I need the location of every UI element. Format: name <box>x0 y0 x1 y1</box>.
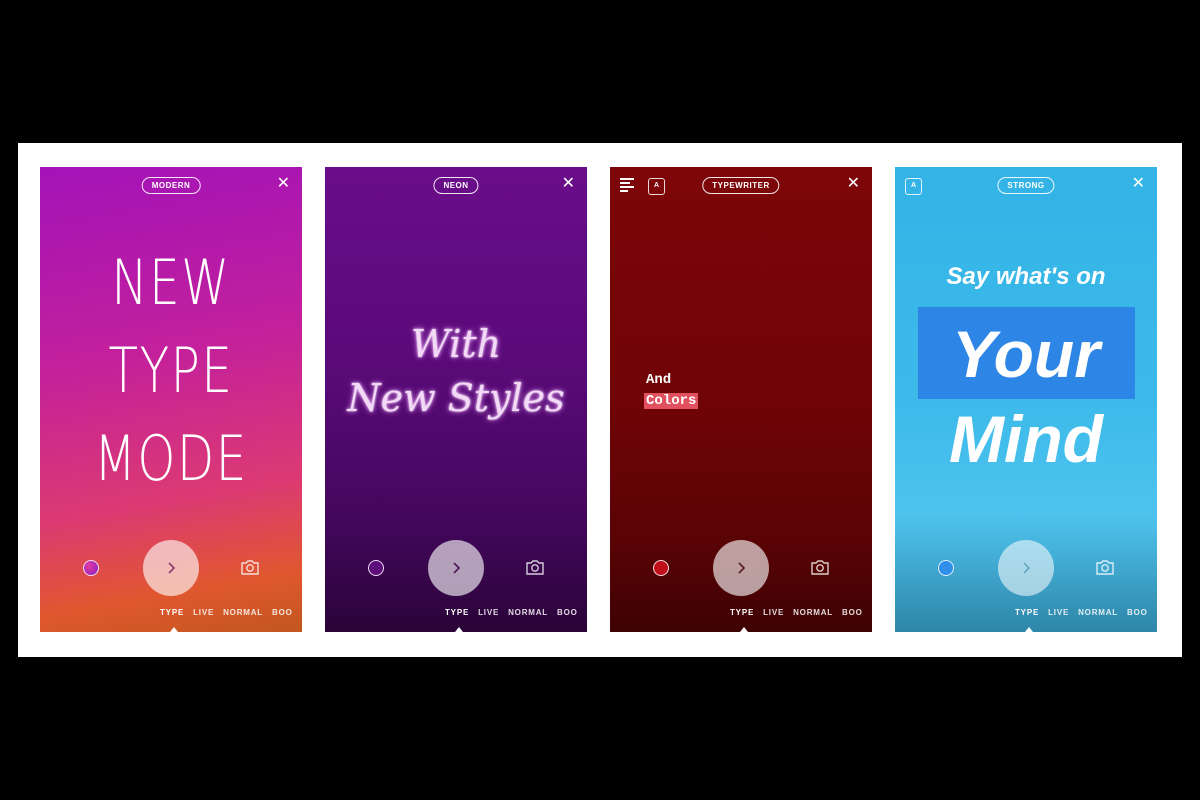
mode-selector: TYPE LIVE NORMAL BOO <box>445 608 587 617</box>
text-line: TYPE <box>108 334 234 407</box>
bottom-controls <box>325 540 587 596</box>
mode-tab-type[interactable]: TYPE <box>730 608 754 617</box>
close-icon[interactable]: ✕ <box>562 176 575 192</box>
mode-tab-boomerang[interactable]: BOO <box>842 608 863 617</box>
style-pill-button[interactable]: STRONG <box>997 177 1055 194</box>
text-background-icon[interactable]: A <box>648 178 665 195</box>
bottom-controls <box>40 540 302 596</box>
text-align-icon[interactable] <box>620 178 635 193</box>
mode-tab-boomerang[interactable]: BOO <box>272 608 293 617</box>
color-picker-button[interactable] <box>653 560 669 576</box>
text-line: And <box>646 372 672 388</box>
story-text[interactable]: With New Styles <box>325 317 587 425</box>
camera-icon[interactable] <box>240 558 260 576</box>
mode-selector: TYPE LIVE NORMAL BOO <box>730 608 872 617</box>
color-picker-button[interactable] <box>368 560 384 576</box>
text-line[interactable]: Say what's on <box>895 263 1157 291</box>
story-text[interactable]: NEW TYPE MODE <box>69 239 273 503</box>
mode-tab-boomerang[interactable]: BOO <box>1127 608 1148 617</box>
text-line[interactable]: Mind <box>895 404 1157 474</box>
next-button[interactable] <box>428 540 484 596</box>
mode-tab-type[interactable]: TYPE <box>160 608 184 617</box>
color-picker-button[interactable] <box>83 560 99 576</box>
style-pill-button[interactable]: TYPEWRITER <box>702 177 780 194</box>
camera-icon[interactable] <box>810 558 830 576</box>
story-panel-strong: A STRONG ✕ Say what's on Your Mind TYPE L… <box>895 167 1157 632</box>
text-line: MODE <box>94 422 248 495</box>
close-icon[interactable]: ✕ <box>277 176 290 192</box>
active-mode-indicator <box>1025 627 1033 632</box>
mode-tab-boomerang[interactable]: BOO <box>557 608 578 617</box>
text-line[interactable]: Your <box>895 319 1157 389</box>
chevron-right-icon <box>1023 562 1031 574</box>
camera-icon[interactable] <box>1095 558 1115 576</box>
chevron-right-icon <box>168 562 176 574</box>
close-icon[interactable]: ✕ <box>847 176 860 192</box>
next-button[interactable] <box>998 540 1054 596</box>
bottom-controls <box>610 540 872 596</box>
mode-tab-type[interactable]: TYPE <box>1015 608 1039 617</box>
mode-tab-live[interactable]: LIVE <box>478 608 499 617</box>
mode-tab-normal[interactable]: NORMAL <box>793 608 833 617</box>
mode-selector: TYPE LIVE NORMAL BOO <box>1015 608 1157 617</box>
text-line: With <box>410 322 502 366</box>
highlighted-text-line: Colors <box>644 393 699 409</box>
style-pill-button[interactable]: NEON <box>433 177 479 194</box>
active-mode-indicator <box>455 627 463 632</box>
mode-tab-live[interactable]: LIVE <box>763 608 784 617</box>
style-pill-button[interactable]: MODERN <box>141 177 201 194</box>
story-panel-modern: MODERN ✕ NEW TYPE MODE TYPE LIVE NORMAL BOO <box>40 167 302 632</box>
close-icon[interactable]: ✕ <box>1132 176 1145 192</box>
text-line: NEW <box>111 246 231 319</box>
story-panel-typewriter: A TYPEWRITER ✕ And Colors TYPE LIVE NORMAL… <box>610 167 872 632</box>
mode-tab-type[interactable]: TYPE <box>445 608 469 617</box>
story-panel-neon: NEON ✕ With New Styles TYPE LIVE NORMAL BOO <box>325 167 587 632</box>
next-button[interactable] <box>713 540 769 596</box>
mode-tab-live[interactable]: LIVE <box>193 608 214 617</box>
camera-icon[interactable] <box>525 558 545 576</box>
chevron-right-icon <box>453 562 461 574</box>
text-line: New Styles <box>347 376 565 420</box>
color-picker-button[interactable] <box>938 560 954 576</box>
mode-tab-normal[interactable]: NORMAL <box>1078 608 1118 617</box>
mode-tab-normal[interactable]: NORMAL <box>223 608 263 617</box>
mode-tab-live[interactable]: LIVE <box>1048 608 1069 617</box>
next-button[interactable] <box>143 540 199 596</box>
chevron-right-icon <box>738 562 746 574</box>
bottom-controls <box>895 540 1157 596</box>
mode-selector: TYPE LIVE NORMAL BOO <box>160 608 302 617</box>
text-background-icon[interactable]: A <box>905 178 922 195</box>
active-mode-indicator <box>170 627 178 632</box>
story-text[interactable]: And Colors <box>644 370 699 412</box>
mode-tab-normal[interactable]: NORMAL <box>508 608 548 617</box>
active-mode-indicator <box>740 627 748 632</box>
